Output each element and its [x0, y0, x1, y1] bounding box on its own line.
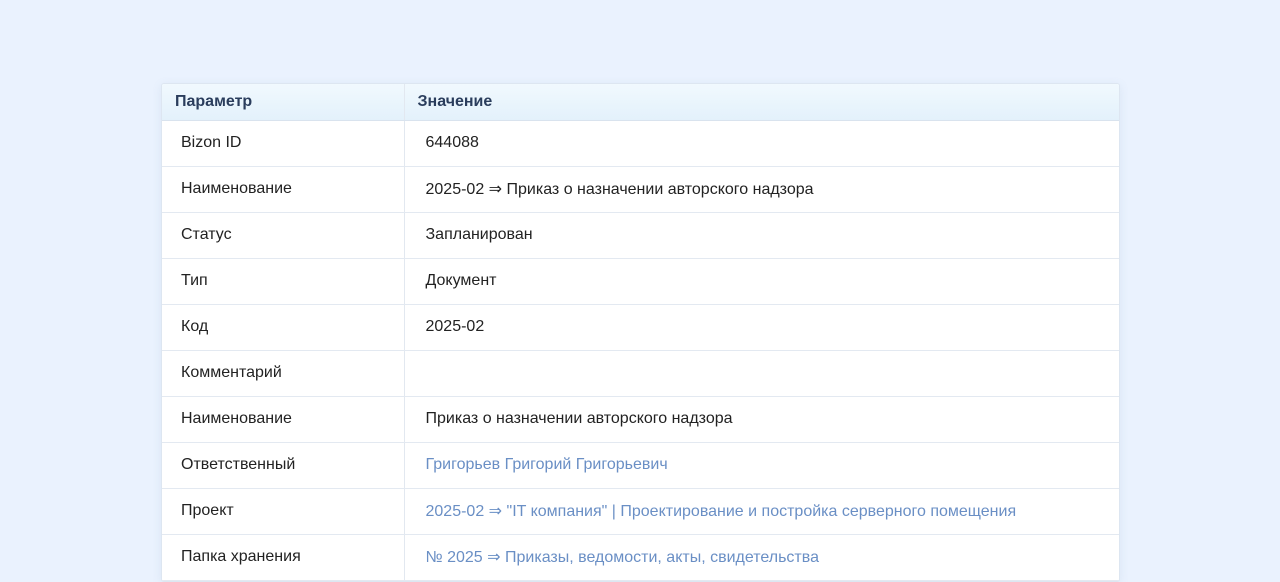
table-row: Комментарий: [162, 350, 1119, 397]
row-param-full-name: Наименование: [162, 166, 404, 213]
table-row: Bizon ID 644088: [162, 120, 1119, 167]
table-header: Параметр Значение: [162, 84, 1119, 121]
row-value-storage-folder-cell: № 2025 ⇒ Приказы, ведомости, акты, свиде…: [403, 534, 1119, 581]
row-value-code: 2025-02: [403, 304, 1119, 351]
row-param-bizon-id: Bizon ID: [162, 120, 404, 167]
details-table-card: Параметр Значение Bizon ID 644088 Наимен…: [161, 83, 1120, 582]
table-row: Статус Запланирован: [162, 212, 1119, 259]
row-value-project-cell: 2025-02 ⇒ "IT компания" | Проектирование…: [403, 488, 1119, 535]
column-header-param: Параметр: [162, 84, 404, 121]
table-row: Наименование 2025-02 ⇒ Приказ о назначен…: [162, 166, 1119, 213]
row-param-code: Код: [162, 304, 404, 351]
table-row: Наименование Приказ о назначении авторск…: [162, 396, 1119, 443]
table-row: Код 2025-02: [162, 304, 1119, 351]
row-value-name: Приказ о назначении авторского надзора: [403, 396, 1119, 443]
table-row: Проект 2025-02 ⇒ "IT компания" | Проекти…: [162, 488, 1119, 535]
row-value-status: Запланирован: [403, 212, 1119, 259]
row-value-comment: [403, 350, 1119, 397]
table-header-row: Параметр Значение: [162, 84, 1119, 121]
project-link[interactable]: 2025-02 ⇒ "IT компания" | Проектирование…: [426, 503, 1017, 520]
row-value-full-name: 2025-02 ⇒ Приказ о назначении авторского…: [403, 166, 1119, 213]
column-header-value: Значение: [403, 84, 1119, 121]
row-value-bizon-id: 644088: [403, 120, 1119, 167]
table-row: Тип Документ: [162, 258, 1119, 305]
table-row: Папка хранения № 2025 ⇒ Приказы, ведомос…: [162, 534, 1119, 581]
details-table: Параметр Значение Bizon ID 644088 Наимен…: [162, 84, 1119, 581]
row-value-type: Документ: [403, 258, 1119, 305]
row-param-type: Тип: [162, 258, 404, 305]
row-value-responsible-cell: Григорьев Григорий Григорьевич: [403, 442, 1119, 489]
row-param-status: Статус: [162, 212, 404, 259]
table-row: Ответственный Григорьев Григорий Григорь…: [162, 442, 1119, 489]
row-param-name: Наименование: [162, 396, 404, 443]
row-param-project: Проект: [162, 488, 404, 535]
row-param-storage-folder: Папка хранения: [162, 534, 404, 581]
row-param-comment: Комментарий: [162, 350, 404, 397]
responsible-link[interactable]: Григорьев Григорий Григорьевич: [426, 456, 668, 473]
row-param-responsible: Ответственный: [162, 442, 404, 489]
storage-folder-link[interactable]: № 2025 ⇒ Приказы, ведомости, акты, свиде…: [426, 549, 819, 566]
